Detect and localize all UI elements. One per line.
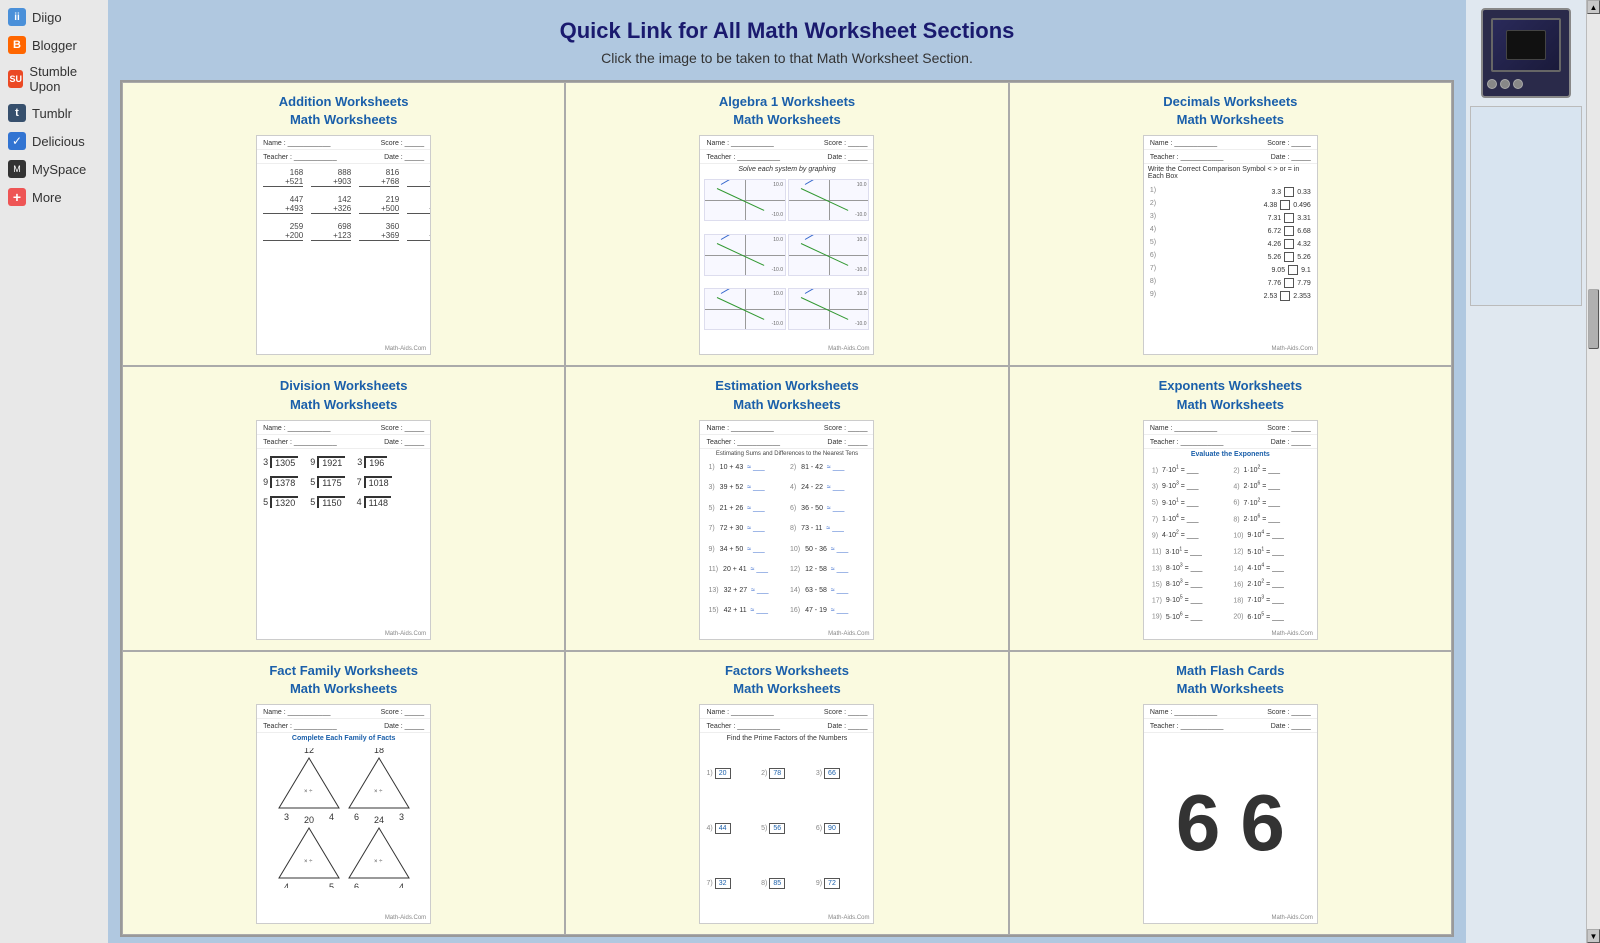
sidebar-label-more: More — [32, 190, 62, 205]
myspace-icon: M — [8, 160, 26, 178]
cell-title-division: Division WorksheetsMath Worksheets — [280, 377, 408, 413]
worksheet-image-algebra: Name : ___________Score : _____ Teacher … — [699, 135, 874, 355]
scrollbar[interactable]: ▲ ▼ — [1586, 0, 1600, 943]
svg-text:6: 6 — [354, 882, 359, 888]
svg-text:20: 20 — [304, 815, 314, 825]
svg-text:4: 4 — [399, 882, 404, 888]
worksheet-image-factfamily: Name : ___________Score : _____ Teacher … — [256, 704, 431, 924]
svg-text:5: 5 — [329, 882, 334, 888]
sidebar-item-stumble[interactable]: SU Stumble Upon — [0, 60, 108, 98]
sidebar-item-delicious[interactable]: ✓ Delicious — [0, 128, 108, 154]
grid-cell-addition[interactable]: Addition WorksheetsMath Worksheets Name … — [122, 82, 565, 366]
svg-text:4: 4 — [329, 812, 334, 822]
svg-text:24: 24 — [374, 815, 384, 825]
more-icon: + — [8, 188, 26, 206]
sidebar-label-myspace: MySpace — [32, 162, 86, 177]
cell-title-addition: Addition WorksheetsMath Worksheets — [279, 93, 409, 129]
oven-window — [1491, 18, 1561, 72]
svg-text:3: 3 — [284, 812, 289, 822]
svg-text:6: 6 — [354, 812, 359, 822]
sidebar-item-diigo[interactable]: ii Diigo — [0, 4, 108, 30]
svg-text:12: 12 — [304, 748, 314, 755]
svg-text:× ÷: × ÷ — [374, 859, 383, 865]
worksheet-image-factors: Name : ___________Score : _____ Teacher … — [699, 704, 874, 924]
cell-title-algebra: Algebra 1 WorksheetsMath Worksheets — [719, 93, 855, 129]
svg-text:18: 18 — [374, 748, 384, 755]
page-subtitle: Click the image to be taken to that Math… — [118, 50, 1456, 66]
worksheet-image-estimation: Name : ___________Score : _____ Teacher … — [699, 420, 874, 640]
svg-text:3: 3 — [399, 812, 404, 822]
cell-title-decimals: Decimals WorksheetsMath Worksheets — [1163, 93, 1297, 129]
svg-text:× ÷: × ÷ — [304, 789, 313, 795]
worksheet-grid: Addition WorksheetsMath Worksheets Name … — [120, 80, 1454, 937]
cell-title-flashcards: Math Flash CardsMath Worksheets — [1176, 662, 1284, 698]
blogger-icon: B — [8, 36, 26, 54]
tumblr-icon: t — [8, 104, 26, 122]
sidebar-item-myspace[interactable]: M MySpace — [0, 156, 108, 182]
worksheet-image-flashcards: Name : ___________Score : _____ Teacher … — [1143, 704, 1318, 924]
cell-title-exponents: Exponents WorksheetsMath Worksheets — [1159, 377, 1303, 413]
grid-cell-algebra[interactable]: Algebra 1 WorksheetsMath Worksheets Name… — [565, 82, 1008, 366]
sidebar-label-blogger: Blogger — [32, 38, 77, 53]
worksheet-image-decimals: Name : ___________Score : _____ Teacher … — [1143, 135, 1318, 355]
sidebar-item-tumblr[interactable]: t Tumblr — [0, 100, 108, 126]
svg-text:× ÷: × ÷ — [374, 789, 383, 795]
sidebar: ii Diigo B Blogger SU Stumble Upon t Tum… — [0, 0, 108, 943]
sidebar-item-more[interactable]: + More — [0, 184, 108, 210]
scroll-track[interactable] — [1587, 14, 1600, 929]
cell-title-estimation: Estimation WorksheetsMath Worksheets — [715, 377, 859, 413]
page-title: Quick Link for All Math Worksheet Sectio… — [118, 18, 1456, 44]
grid-cell-decimals[interactable]: Decimals WorksheetsMath Worksheets Name … — [1009, 82, 1452, 366]
worksheet-image-addition: Name : ___________Score : _____ Teacher … — [256, 135, 431, 355]
grid-cell-factors[interactable]: Factors WorksheetsMath Worksheets Name :… — [565, 651, 1008, 935]
grid-cell-exponents[interactable]: Exponents WorksheetsMath Worksheets Name… — [1009, 366, 1452, 650]
svg-text:× ÷: × ÷ — [304, 859, 313, 865]
sidebar-item-blogger[interactable]: B Blogger — [0, 32, 108, 58]
scroll-down-button[interactable]: ▼ — [1587, 929, 1600, 943]
grid-cell-flashcards[interactable]: Math Flash CardsMath Worksheets Name : _… — [1009, 651, 1452, 935]
diigo-icon: ii — [8, 8, 26, 26]
sidebar-label-tumblr: Tumblr — [32, 106, 72, 121]
sidebar-label-stumble: Stumble Upon — [29, 64, 100, 94]
delicious-icon: ✓ — [8, 132, 26, 150]
scroll-thumb[interactable] — [1588, 289, 1599, 349]
worksheet-image-division: Name : ___________Score : _____ Teacher … — [256, 420, 431, 640]
grid-cell-factfamily[interactable]: Fact Family WorksheetsMath Worksheets Na… — [122, 651, 565, 935]
cell-title-factors: Factors WorksheetsMath Worksheets — [725, 662, 849, 698]
svg-text:4: 4 — [284, 882, 289, 888]
right-sidebar — [1466, 0, 1586, 943]
main-content: Quick Link for All Math Worksheet Sectio… — [108, 0, 1466, 943]
oven-image — [1481, 8, 1571, 98]
sidebar-label-delicious: Delicious — [32, 134, 85, 149]
stumble-icon: SU — [8, 70, 23, 88]
oven-controls — [1487, 76, 1565, 92]
sidebar-label-diigo: Diigo — [32, 10, 62, 25]
scroll-up-button[interactable]: ▲ — [1587, 0, 1600, 14]
aside-ad — [1470, 106, 1582, 306]
grid-cell-estimation[interactable]: Estimation WorksheetsMath Worksheets Nam… — [565, 366, 1008, 650]
cell-title-factfamily: Fact Family WorksheetsMath Worksheets — [269, 662, 418, 698]
page-header: Quick Link for All Math Worksheet Sectio… — [108, 0, 1466, 74]
worksheet-image-exponents: Name : ___________Score : _____ Teacher … — [1143, 420, 1318, 640]
grid-cell-division[interactable]: Division WorksheetsMath Worksheets Name … — [122, 366, 565, 650]
